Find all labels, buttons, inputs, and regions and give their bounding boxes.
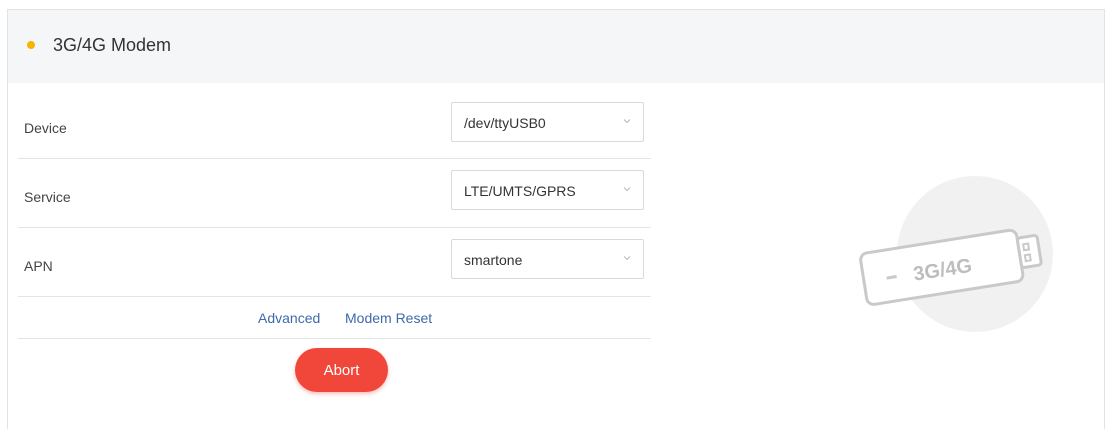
service-label: Service [24, 189, 71, 205]
device-select-value: /dev/ttyUSB0 [464, 115, 546, 131]
apn-row: APN smartone [18, 228, 651, 297]
links-row: Advanced Modem Reset [18, 297, 651, 339]
usb-modem-icon: 3G/4G [859, 176, 1053, 332]
service-row: Service LTE/UMTS/GPRS [18, 159, 651, 228]
chevron-down-icon [623, 187, 631, 192]
panel-title: 3G/4G Modem [53, 35, 172, 55]
apn-label: APN [24, 258, 53, 274]
status-dot-icon [27, 41, 35, 49]
panel-header: 3G/4G Modem [8, 10, 1104, 83]
modem-reset-link[interactable]: Modem Reset [345, 310, 432, 326]
chevron-down-icon [623, 256, 631, 261]
button-row: Abort [18, 339, 651, 399]
service-select[interactable]: LTE/UMTS/GPRS [451, 170, 644, 210]
advanced-link[interactable]: Advanced [258, 310, 320, 326]
modem-form: Device /dev/ttyUSB0 Service LTE/UMTS/GPR… [18, 90, 651, 399]
chevron-down-icon [623, 119, 631, 124]
apn-select-value: smartone [464, 252, 523, 268]
apn-select[interactable]: smartone [451, 239, 644, 279]
device-select[interactable]: /dev/ttyUSB0 [451, 102, 644, 142]
device-label: Device [24, 120, 67, 136]
device-row: Device /dev/ttyUSB0 [18, 90, 651, 159]
service-select-value: LTE/UMTS/GPRS [464, 183, 576, 199]
abort-button[interactable]: Abort [295, 348, 388, 392]
